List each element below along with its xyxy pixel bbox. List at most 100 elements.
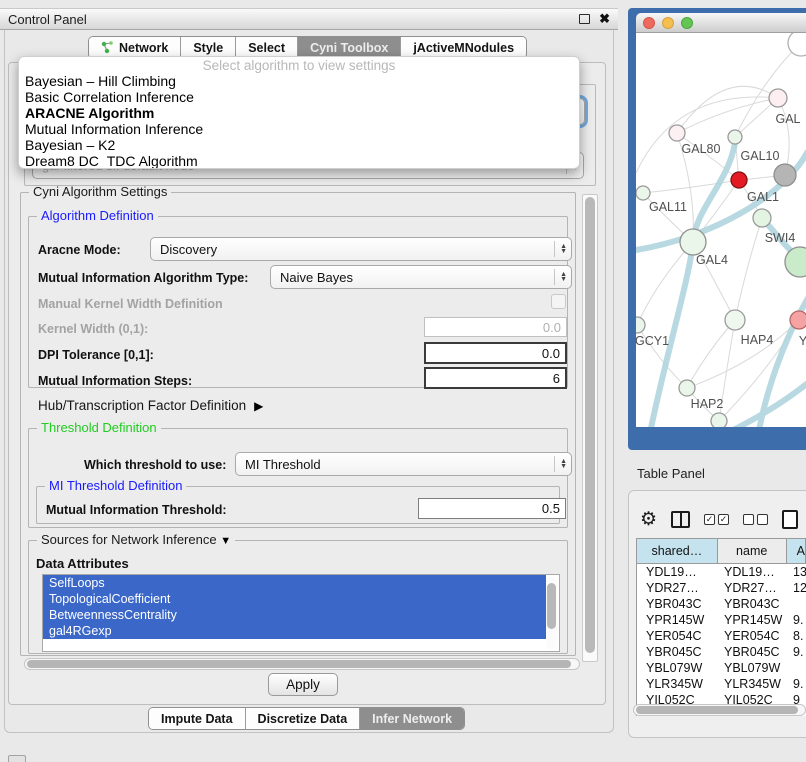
tab-label: Discretize Data: [258, 712, 348, 726]
network-view[interactable]: GALGAL80GAL10GAL1GAL11SWI4GAL4GCY1HAP4YH…: [636, 33, 806, 427]
table-row[interactable]: YIL052CYIL052C9: [637, 692, 806, 704]
network-node[interactable]: [769, 89, 787, 107]
network-canvas[interactable]: GALGAL80GAL10GAL1GAL11SWI4GAL4GCY1HAP4YH…: [636, 33, 806, 427]
mi-threshold-field[interactable]: [418, 498, 566, 519]
mi-type-combo[interactable]: Naive Bayes ▲▼: [270, 265, 572, 289]
table-header-row: shared… name A: [637, 539, 806, 564]
new-table-icon[interactable]: [782, 510, 798, 529]
table-cell: YBR045C: [719, 644, 789, 660]
which-threshold-value: MI Threshold: [245, 457, 321, 472]
table-row[interactable]: YDR27…YDR27…12: [637, 580, 806, 596]
network-node[interactable]: [725, 310, 745, 330]
kernel-width-field[interactable]: [424, 317, 567, 337]
combo-arrows-icon: ▲▼: [554, 456, 567, 472]
algorithm-option[interactable]: Mutual Information Inference: [19, 121, 579, 137]
network-node[interactable]: [711, 413, 727, 427]
control-panel-titlebar: Control Panel ✖: [0, 8, 618, 30]
network-node[interactable]: [788, 33, 806, 56]
sources-group-title[interactable]: Sources for Network Inference ▼: [37, 532, 235, 547]
scrollbar-thumb[interactable]: [636, 706, 798, 714]
close-window-icon[interactable]: [643, 17, 655, 29]
tab-impute-data[interactable]: Impute Data: [149, 708, 245, 729]
table-cell: 9: [789, 692, 806, 704]
tab-jactivemnodules[interactable]: jActiveMNodules: [400, 37, 526, 58]
table-row[interactable]: YBR045CYBR045C9.: [637, 644, 806, 660]
table-row[interactable]: YBL079WYBL079W: [637, 660, 806, 676]
network-node[interactable]: [680, 229, 706, 255]
kernel-width-label: Kernel Width (0,1):: [38, 322, 148, 336]
column-layout-icon[interactable]: [671, 511, 690, 528]
tab-infer-network[interactable]: Infer Network: [359, 708, 464, 729]
tab-style[interactable]: Style: [180, 37, 235, 58]
close-panel-icon[interactable]: ✖: [599, 14, 610, 24]
settings-horizontal-scrollbar[interactable]: [24, 658, 580, 670]
attribute-item[interactable]: BetweennessCentrality: [43, 607, 546, 623]
tab-cyni-toolbox[interactable]: Cyni Toolbox: [297, 37, 400, 58]
float-panel-icon[interactable]: [579, 14, 590, 24]
which-threshold-combo[interactable]: MI Threshold ▲▼: [235, 452, 572, 476]
minimize-window-icon[interactable]: [662, 17, 674, 29]
network-node[interactable]: [679, 380, 695, 396]
mi-steps-label: Mutual Information Steps:: [38, 374, 192, 388]
tab-network[interactable]: Network: [89, 37, 180, 58]
aracne-mode-combo[interactable]: Discovery ▲▼: [150, 237, 572, 261]
table-row[interactable]: YDL19…YDL19…13: [637, 564, 806, 580]
table-cell: 9.: [789, 644, 806, 660]
network-node[interactable]: [774, 164, 796, 186]
column-header-shared[interactable]: shared…: [637, 539, 718, 563]
attribute-item[interactable]: gal4RGexp: [43, 623, 546, 639]
table-cell: YBR043C: [719, 596, 789, 612]
scrollbar-thumb[interactable]: [27, 660, 571, 668]
attribute-item[interactable]: TopologicalCoefficient: [43, 591, 546, 607]
attributes-scrollbar[interactable]: [546, 577, 557, 649]
algorithm-option[interactable]: ARACNE Algorithm: [19, 105, 579, 121]
scrollbar-thumb[interactable]: [585, 197, 595, 653]
network-node[interactable]: [728, 130, 742, 144]
table-horizontal-scrollbar[interactable]: [633, 704, 806, 716]
algorithm-option[interactable]: Dream8 DC_TDC Algorithm: [19, 153, 579, 169]
network-window-titlebar[interactable]: [636, 13, 806, 33]
table-cell: YBL079W: [637, 660, 719, 676]
column-header-name[interactable]: name: [718, 539, 787, 563]
dpi-tolerance-field[interactable]: [424, 342, 567, 364]
network-node[interactable]: [636, 186, 650, 200]
zoom-window-icon[interactable]: [681, 17, 693, 29]
hub-definition-toggle[interactable]: Hub/Transcription Factor Definition ▶: [38, 398, 263, 413]
column-header-partial[interactable]: A: [787, 539, 806, 563]
network-node[interactable]: [731, 172, 747, 188]
scrollbar-thumb[interactable]: [547, 583, 556, 629]
tab-label: Select: [248, 41, 285, 55]
table-cell: YDL19…: [637, 564, 719, 580]
network-node-label: GAL: [775, 112, 800, 126]
data-attributes-list[interactable]: SelfLoopsTopologicalCoefficientBetweenne…: [42, 574, 560, 652]
network-node-label: GCY1: [636, 334, 669, 348]
tab-label: jActiveMNodules: [413, 41, 514, 55]
table-row[interactable]: YER054CYER054C8.: [637, 628, 806, 644]
select-all-checkboxes-icon[interactable]: ✓✓: [704, 514, 729, 525]
algorithm-option[interactable]: Bayesian – Hill Climbing: [19, 73, 579, 89]
network-icon: [101, 41, 114, 54]
manual-kernel-checkbox[interactable]: [551, 294, 566, 309]
table-row[interactable]: YLR345WYLR345W9.: [637, 676, 806, 692]
attribute-item[interactable]: SelfLoops: [43, 575, 546, 591]
network-node[interactable]: [790, 311, 806, 329]
tab-discretize-data[interactable]: Discretize Data: [245, 708, 360, 729]
deselect-all-checkboxes-icon[interactable]: [743, 514, 768, 525]
table-row[interactable]: YPR145WYPR145W9.: [637, 612, 806, 628]
gear-icon[interactable]: ⚙: [640, 510, 657, 529]
table-cell: 12: [789, 580, 806, 596]
tab-select[interactable]: Select: [235, 37, 297, 58]
network-node[interactable]: [753, 209, 771, 227]
network-node[interactable]: [636, 317, 645, 333]
network-node[interactable]: [669, 125, 685, 141]
apply-button[interactable]: Apply: [268, 673, 338, 696]
tab-label: Network: [119, 41, 168, 55]
mi-steps-field[interactable]: [424, 367, 567, 389]
table-cell: YIL052C: [637, 692, 719, 704]
table-row[interactable]: YBR043CYBR043C: [637, 596, 806, 612]
algorithm-option[interactable]: Bayesian – K2: [19, 137, 579, 153]
bottom-left-partial-button[interactable]: [8, 755, 26, 762]
data-attributes-label: Data Attributes: [36, 556, 129, 571]
algorithm-option[interactable]: Basic Correlation Inference: [19, 89, 579, 105]
settings-vertical-scrollbar[interactable]: [582, 194, 598, 662]
